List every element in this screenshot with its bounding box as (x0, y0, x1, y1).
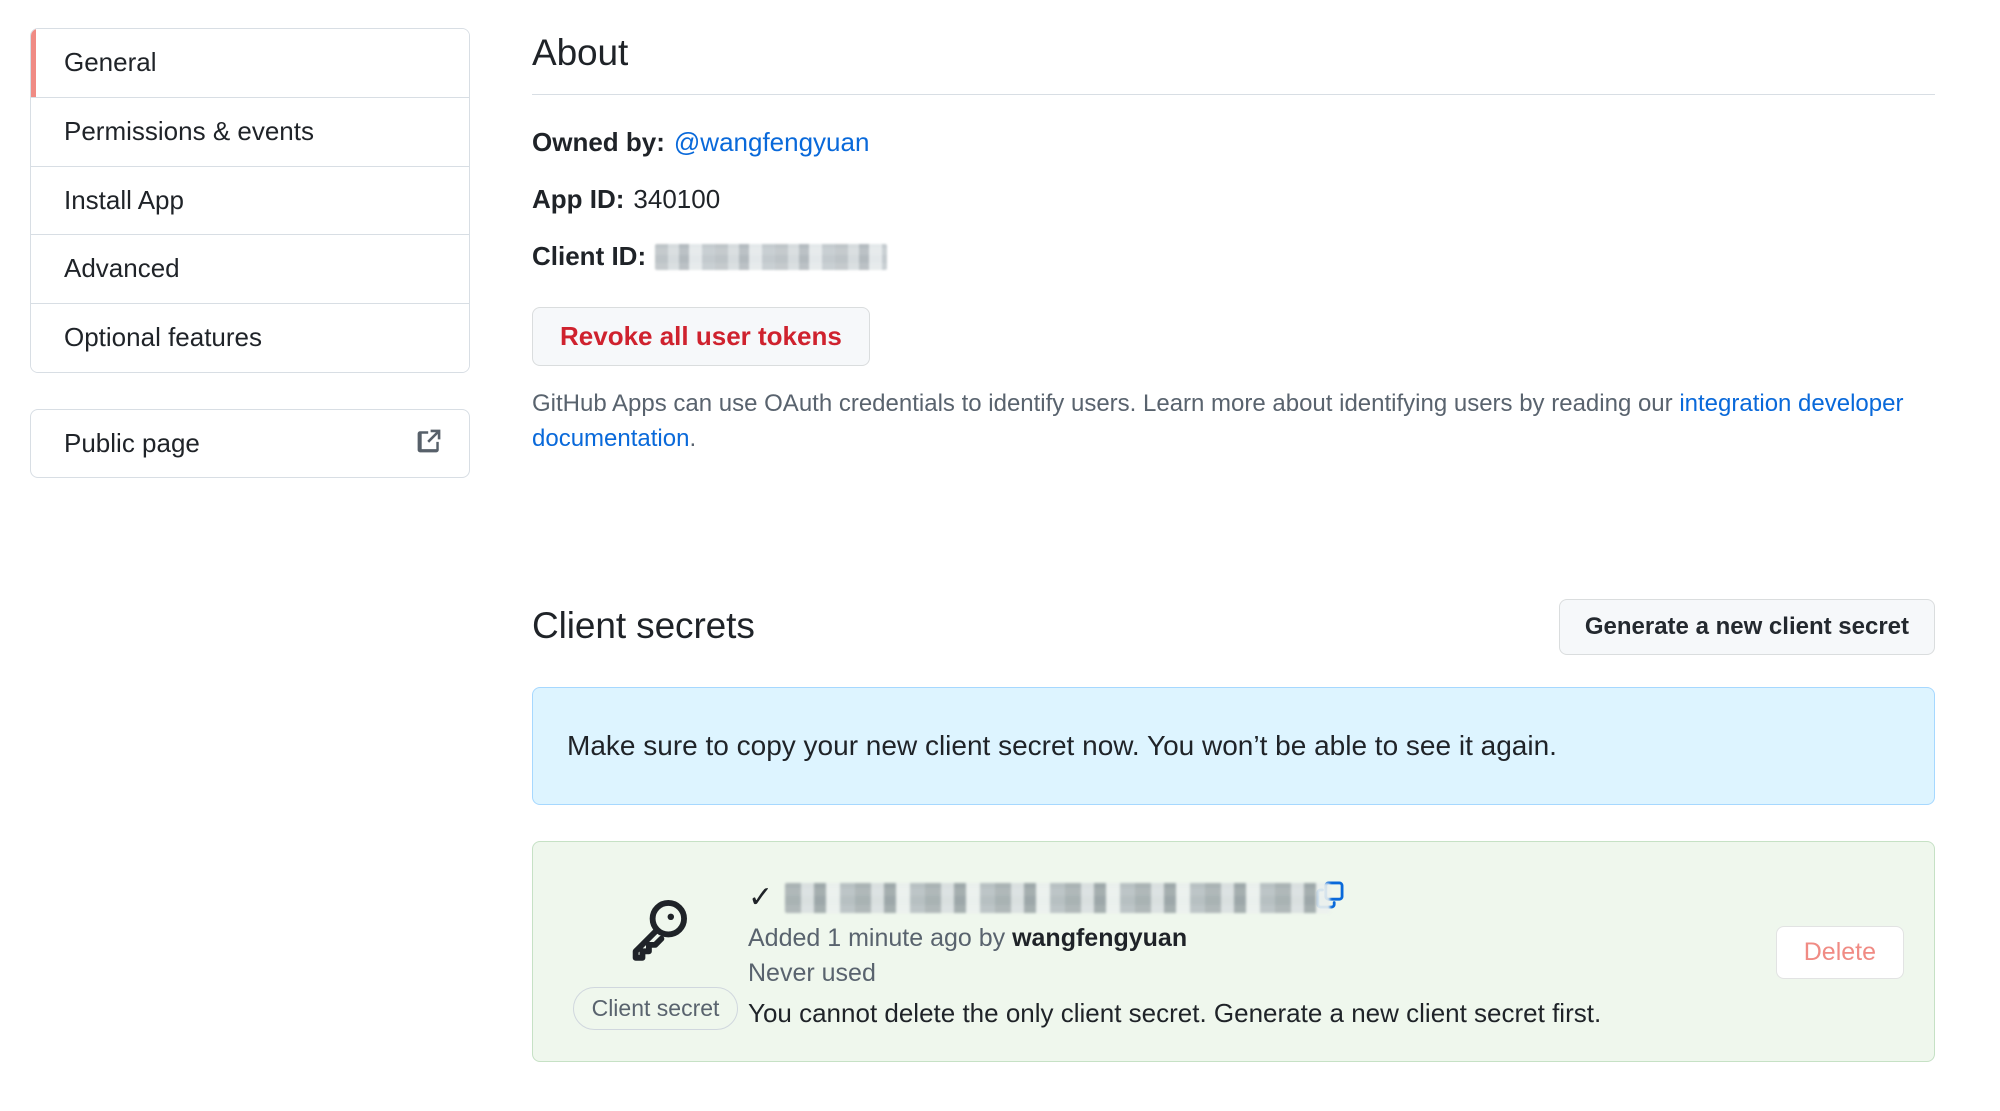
oauth-help-text: GitHub Apps can use OAuth credentials to… (532, 386, 1935, 457)
delete-client-secret-button[interactable]: Delete (1775, 925, 1904, 979)
owned-by-row: Owned by: @wangfengyuan (532, 125, 1935, 160)
title-divider (532, 94, 1935, 96)
main-content: About Owned by: @wangfengyuan App ID: 34… (532, 30, 1935, 1062)
cannot-delete-message: You cannot delete the only client secret… (748, 997, 1602, 1028)
sidebar-item-advanced[interactable]: Advanced (31, 235, 469, 305)
client-id-row: Client ID: (532, 239, 1935, 274)
app-id-label: App ID: (532, 184, 625, 215)
oauth-help-suffix: . (689, 425, 697, 453)
generate-new-client-secret-button[interactable]: Generate a new client secret (1558, 598, 1935, 655)
sidebar-nav-card: General Permissions & events Install App… (30, 28, 470, 373)
client-secret-actions: Delete (1756, 868, 1904, 979)
about-section: About Owned by: @wangfengyuan App ID: 34… (532, 30, 1935, 457)
sidebar-item-install-app[interactable]: Install App (31, 166, 469, 236)
client-id-label: Client ID: (532, 241, 647, 272)
key-icon (619, 894, 693, 973)
settings-sidebar: General Permissions & events Install App… (30, 28, 470, 478)
check-icon: ✓ (748, 880, 774, 914)
owner-link[interactable]: @wangfengyuan (674, 125, 870, 160)
app-settings-page: General Permissions & events Install App… (0, 0, 2000, 1111)
client-secret-added-line: Added 1 minute ago by wangfengyuan (748, 922, 1756, 955)
sidebar-item-label: Advanced (64, 253, 180, 284)
page-title: About (532, 32, 629, 73)
client-secret-usage: Never used (748, 958, 876, 987)
sidebar-item-optional-features[interactable]: Optional features (31, 304, 469, 372)
client-secret-card: Client secret ✓ Added 1 minute ago by wa… (532, 840, 1935, 1062)
oauth-help-prefix: GitHub Apps can use OAuth credentials to… (532, 389, 1680, 417)
sidebar-item-label: Permissions & events (64, 115, 314, 146)
sidebar-item-label: Optional features (64, 322, 263, 353)
app-id-row: App ID: 340100 (532, 182, 1935, 217)
client-secret-value-row: ✓ (748, 878, 1756, 918)
client-secrets-title: Client secrets (532, 605, 755, 647)
copy-secret-flash-notice: Make sure to copy your new client secret… (532, 686, 1935, 805)
client-id-value-redacted (655, 243, 888, 270)
flash-message-text: Make sure to copy your new client secret… (567, 729, 1557, 761)
public-page-label: Public page (64, 427, 200, 458)
revoke-all-user-tokens-button[interactable]: Revoke all user tokens (532, 306, 870, 366)
added-prefix: Added 1 minute ago by (748, 923, 1013, 952)
sidebar-item-label: Install App (64, 184, 184, 215)
sidebar-item-public-page[interactable]: Public page (30, 408, 470, 478)
external-link-icon (416, 428, 442, 459)
sidebar-item-general[interactable]: General (31, 29, 469, 98)
client-secret-badge: Client secret (572, 986, 739, 1030)
app-id-value: 340100 (633, 184, 721, 215)
sidebar-item-permissions-events[interactable]: Permissions & events (31, 97, 469, 167)
client-secrets-section: Client secrets Generate a new client sec… (532, 598, 1935, 1062)
owned-by-label: Owned by: (532, 127, 665, 158)
client-secret-details: ✓ Added 1 minute ago by wangfengyuan Nev… (748, 868, 1756, 1031)
client-secret-icon-group: Client secret (563, 868, 748, 1030)
added-by-user: wangfengyuan (1012, 923, 1188, 952)
client-secrets-header: Client secrets Generate a new client sec… (532, 598, 1935, 655)
sidebar-item-label: General (64, 47, 157, 77)
client-secret-value-redacted (785, 882, 1331, 913)
